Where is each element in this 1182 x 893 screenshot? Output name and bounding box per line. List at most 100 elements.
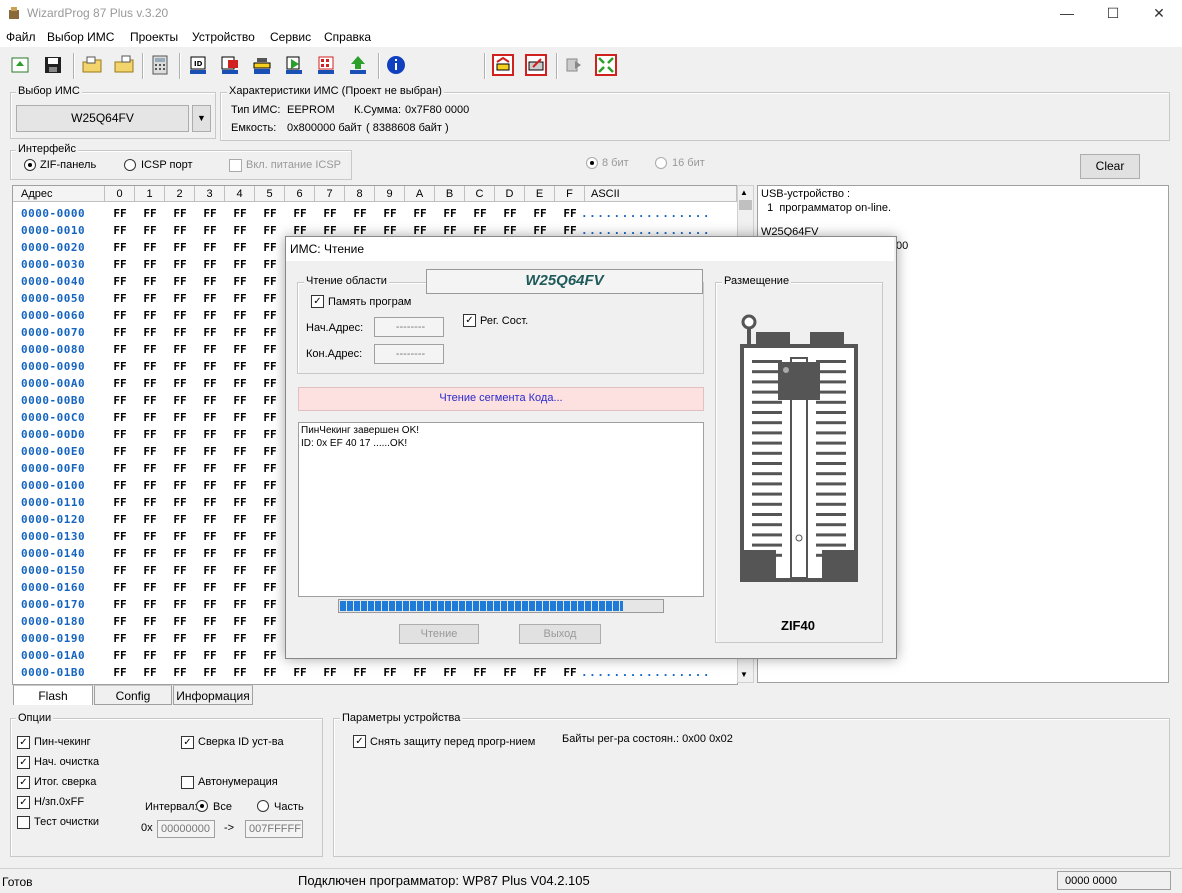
pin-check-checkbox[interactable]: ✓ [17, 736, 30, 749]
hex-cell[interactable]: FF [195, 224, 225, 237]
minimize-button[interactable]: — [1044, 0, 1090, 27]
hex-cell[interactable]: FF [105, 360, 135, 373]
hex-cell[interactable]: FF [135, 309, 165, 322]
hex-cell[interactable]: FF [135, 598, 165, 611]
hex-cell[interactable]: FF [165, 360, 195, 373]
hex-cell[interactable]: FF [135, 445, 165, 458]
zif-radio[interactable] [24, 159, 36, 171]
hex-cell[interactable]: FF [465, 207, 495, 220]
table-row[interactable]: 0000-01B0 FF FF FF FF FF FF FF FF FF FF FF FF FF FF FF F… [13, 664, 737, 681]
hex-cell[interactable]: FF [225, 530, 255, 543]
maximize-button[interactable]: ☐ [1090, 0, 1136, 27]
save-icon[interactable] [42, 54, 64, 76]
table-row[interactable]: 0000-0000 FF FF FF FF FF FF FF FF FF FF FF FF FF FF FF F… [13, 205, 737, 222]
interval-from-input[interactable]: 00000000 [157, 820, 215, 838]
hex-cell[interactable]: FF [225, 479, 255, 492]
hex-cell[interactable]: FF [165, 377, 195, 390]
hex-cell[interactable]: FF [285, 666, 315, 679]
hex-cell[interactable]: FF [255, 462, 285, 475]
icsp-power-checkbox[interactable] [229, 159, 242, 172]
hex-cell[interactable]: FF [165, 343, 195, 356]
id-verify-checkbox[interactable]: ✓ [181, 736, 194, 749]
hex-cell[interactable]: FF [255, 258, 285, 271]
hex-cell[interactable]: FF [225, 428, 255, 441]
hex-cell[interactable]: FF [225, 360, 255, 373]
hex-cell[interactable]: FF [345, 207, 375, 220]
edit-icon[interactable] [525, 54, 547, 76]
hex-cell[interactable]: FF [495, 207, 525, 220]
hex-cell[interactable]: FF [135, 547, 165, 560]
hex-cell[interactable]: FF [255, 207, 285, 220]
hex-cell[interactable]: FF [285, 207, 315, 220]
hex-cell[interactable]: FF [105, 496, 135, 509]
hex-cell[interactable]: FF [165, 615, 195, 628]
hex-cell[interactable]: FF [195, 309, 225, 322]
hex-cell[interactable]: FF [495, 666, 525, 679]
hex-cell[interactable]: FF [255, 632, 285, 645]
hex-cell[interactable]: FF [225, 343, 255, 356]
hex-cell[interactable]: FF [195, 445, 225, 458]
hex-cell[interactable]: FF [105, 326, 135, 339]
chevron-down-icon[interactable]: ▼ [192, 105, 211, 132]
menu-projects[interactable]: Проекты [130, 30, 178, 44]
hex-cell[interactable]: FF [255, 428, 285, 441]
hex-cell[interactable]: FF [105, 479, 135, 492]
hex-cell[interactable]: FF [435, 666, 465, 679]
hex-cell[interactable]: FF [135, 666, 165, 679]
hex-cell[interactable]: FF [195, 292, 225, 305]
hex-cell[interactable]: FF [135, 632, 165, 645]
hex-cell[interactable]: FF [255, 292, 285, 305]
hex-cell[interactable]: FF [135, 377, 165, 390]
hex-cell[interactable]: FF [195, 462, 225, 475]
hex-cell[interactable]: FF [225, 241, 255, 254]
read-button[interactable]: Чтение [399, 624, 479, 644]
hex-cell[interactable]: FF [375, 207, 405, 220]
hex-cell[interactable]: FF [165, 275, 195, 288]
hex-cell[interactable]: FF [135, 513, 165, 526]
hex-cell[interactable]: FF [105, 394, 135, 407]
hex-cell[interactable]: FF [165, 666, 195, 679]
hex-cell[interactable]: FF [165, 547, 195, 560]
end-addr-input[interactable]: -------- [374, 344, 444, 364]
info-icon[interactable] [385, 54, 407, 76]
hex-cell[interactable]: FF [255, 343, 285, 356]
hex-cell[interactable]: FF [135, 224, 165, 237]
hex-cell[interactable]: FF [255, 666, 285, 679]
hex-cell[interactable]: FF [135, 292, 165, 305]
hex-cell[interactable]: FF [105, 632, 135, 645]
reg-state-checkbox[interactable]: ✓ [463, 314, 476, 327]
hex-cell[interactable]: FF [105, 241, 135, 254]
hex-cell[interactable]: FF [105, 275, 135, 288]
hex-cell[interactable]: FF [105, 581, 135, 594]
hex-cell[interactable]: FF [225, 258, 255, 271]
hex-cell[interactable]: FF [135, 360, 165, 373]
hex-cell[interactable]: FF [405, 666, 435, 679]
menu-device[interactable]: Устройство [192, 30, 255, 44]
hex-cell[interactable]: FF [255, 496, 285, 509]
hex-cell[interactable]: FF [135, 496, 165, 509]
hex-cell[interactable]: FF [135, 343, 165, 356]
hex-cell[interactable]: FF [105, 343, 135, 356]
menu-file[interactable]: Файл [6, 30, 36, 44]
init-clear-checkbox[interactable]: ✓ [17, 756, 30, 769]
hex-cell[interactable]: FF [435, 207, 465, 220]
folder-open-icon[interactable] [81, 54, 103, 76]
hex-cell[interactable]: FF [165, 224, 195, 237]
autonum-checkbox[interactable] [181, 776, 194, 789]
hex-cell[interactable]: FF [225, 564, 255, 577]
hex-cell[interactable]: FF [135, 411, 165, 424]
hex-cell[interactable]: FF [225, 207, 255, 220]
hex-cell[interactable]: FF [165, 411, 195, 424]
hex-cell[interactable]: FF [195, 615, 225, 628]
hex-cell[interactable]: FF [255, 479, 285, 492]
hex-cell[interactable]: FF [135, 326, 165, 339]
chip-read-icon[interactable] [219, 54, 241, 76]
hex-cell[interactable]: FF [225, 445, 255, 458]
hex-cell[interactable]: FF [195, 360, 225, 373]
fullscreen-icon[interactable] [595, 54, 617, 76]
hex-cell[interactable]: FF [195, 649, 225, 662]
hex-cell[interactable]: FF [255, 309, 285, 322]
hex-cell[interactable]: FF [165, 462, 195, 475]
menu-chip-select[interactable]: Выбор ИМС [47, 30, 114, 44]
copy-icon[interactable] [563, 54, 585, 76]
